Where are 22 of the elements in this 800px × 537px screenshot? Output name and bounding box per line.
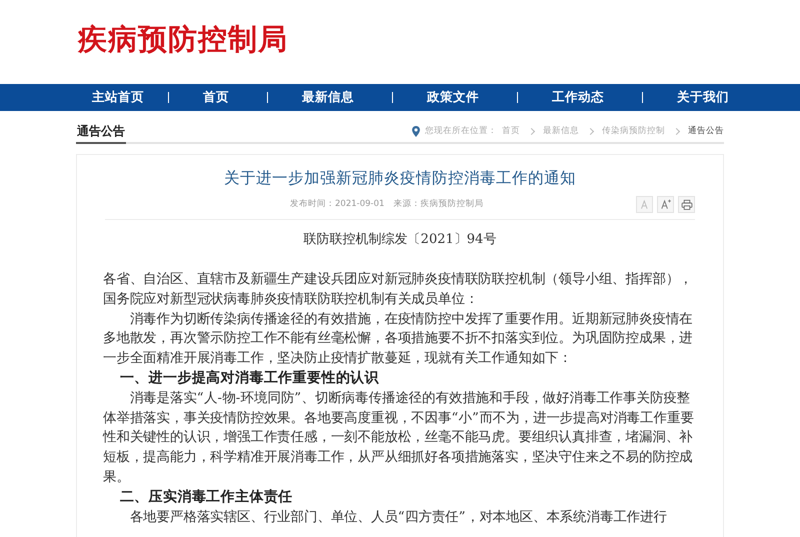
section-heading: 一、进一步提高对消毒工作重要性的认识 [118, 368, 380, 388]
section-heading: 二、压实消毒工作主体责任 [118, 488, 294, 507]
document-number: 联防联控机制综发〔2021〕94号 [302, 231, 498, 248]
location-pin-icon [412, 126, 420, 136]
breadcrumb-link[interactable]: 通告公告 [688, 125, 724, 137]
nav-link[interactable]: 最新信息 [302, 89, 354, 106]
paragraph: 消毒是落实“人-物-环境同防”、切断病毒传播途径的有效措施和手段，做好消毒工作事关防疫整体举措落实，事关疫情防控效果。各地要高度重视，不因事“小”而不为，进一步提高对消毒工作重要性和关键性的认识，增强工作责任感，一刻不能放松，丝毫不能马虎。要组织认真排查，堵漏洞、补短板，提高能力，科学精准开展消毒工作，从严从细抓好各项措施落实，坚决守住来之不易的防控成果。 [103, 390, 695, 487]
printer-icon[interactable] [678, 196, 695, 212]
article-title: 关于进一步加强新冠肺炎疫情防控消毒工作的通知 [223, 168, 577, 189]
section-title: 通告公告 [76, 123, 126, 144]
article-meta: 发布时间：2021-09-01 来源：疾病预防控制局 [290, 198, 484, 210]
nav-link[interactable]: 工作动态 [552, 89, 604, 106]
nav-link[interactable]: 主站首页 [92, 89, 144, 106]
site-title[interactable]: 疾病预防控制局 [78, 20, 288, 60]
breadcrumb-label: 您现在所在位置： [425, 125, 497, 137]
font-larger-icon[interactable] [657, 196, 674, 212]
paragraph: 各地要严格落实辖区、行业部门、单位、人员“四方责任”，对本地区、本系统消毒工作进行 [128, 508, 668, 527]
nav-link[interactable]: 关于我们 [677, 89, 729, 106]
paragraph: 各省、自治区、直辖市及新疆生产建设兵团应对新冠肺炎疫情联防联控机制（领导小组、指挥部），国务院应对新型冠状病毒肺炎疫情联防联控机制有关成员单位： [103, 270, 694, 309]
paragraph: 消毒作为切断传染病传播途径的有效措施，在疫情防控中发挥了重要作用。近期新冠肺炎疫情在多地散发，再次警示防控工作不能有丝毫松懈，各项措施要不折不扣落实到位。为巩固防控成果，进一步全面精准开展消毒工作，坚决防止疫情扩散蔓延，现就有关工作通知如下： [103, 310, 694, 368]
nav-link[interactable]: 首页 [203, 89, 229, 106]
nav-link[interactable]: 政策文件 [427, 89, 479, 106]
